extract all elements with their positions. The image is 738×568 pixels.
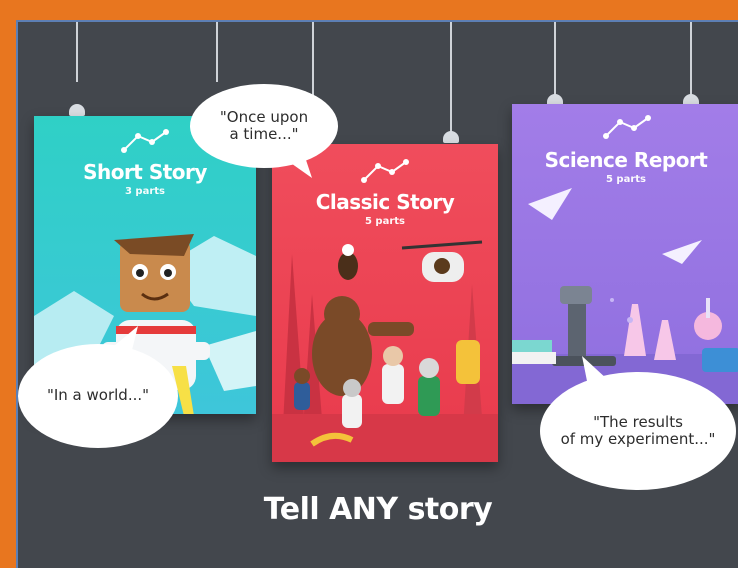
hanging-peg [69,104,85,116]
story-arc-icon [121,129,169,153]
speech-bubble-in-a-world: "In a world..." [18,344,178,448]
speech-bubble-results: "The results of my experiment..." [540,372,736,490]
hanging-wire [450,22,452,134]
hanging-wire [76,22,78,82]
speech-bubble-tail [278,154,312,178]
hanging-wire [216,22,218,82]
card-title: Science Report [544,148,708,172]
hanging-wire [554,22,556,97]
speech-bubble-tail [582,356,608,386]
science-report-card[interactable]: Science Report 5 parts [512,104,738,404]
story-arc-icon [603,115,651,139]
speech-bubble-tail [102,326,138,356]
card-parts: 5 parts [605,174,646,185]
slide: Short Story 3 parts Classic Story 5 part… [16,20,738,568]
classic-story-card[interactable]: Classic Story 5 parts [272,144,498,462]
hanging-peg [443,131,459,143]
story-arc-icon [361,159,409,183]
card-parts: 5 parts [364,216,405,227]
tagline: Tell ANY story [263,492,493,527]
card-title: Short Story [83,160,207,184]
speech-bubble-text: "Once upon a time..." [219,107,309,143]
card-parts: 3 parts [124,186,165,197]
hanging-wire [690,22,692,97]
speech-bubble-text: "In a world..." [46,386,150,405]
card-title: Classic Story [315,190,455,214]
speech-bubble-text: "The results of my experiment..." [560,412,716,448]
